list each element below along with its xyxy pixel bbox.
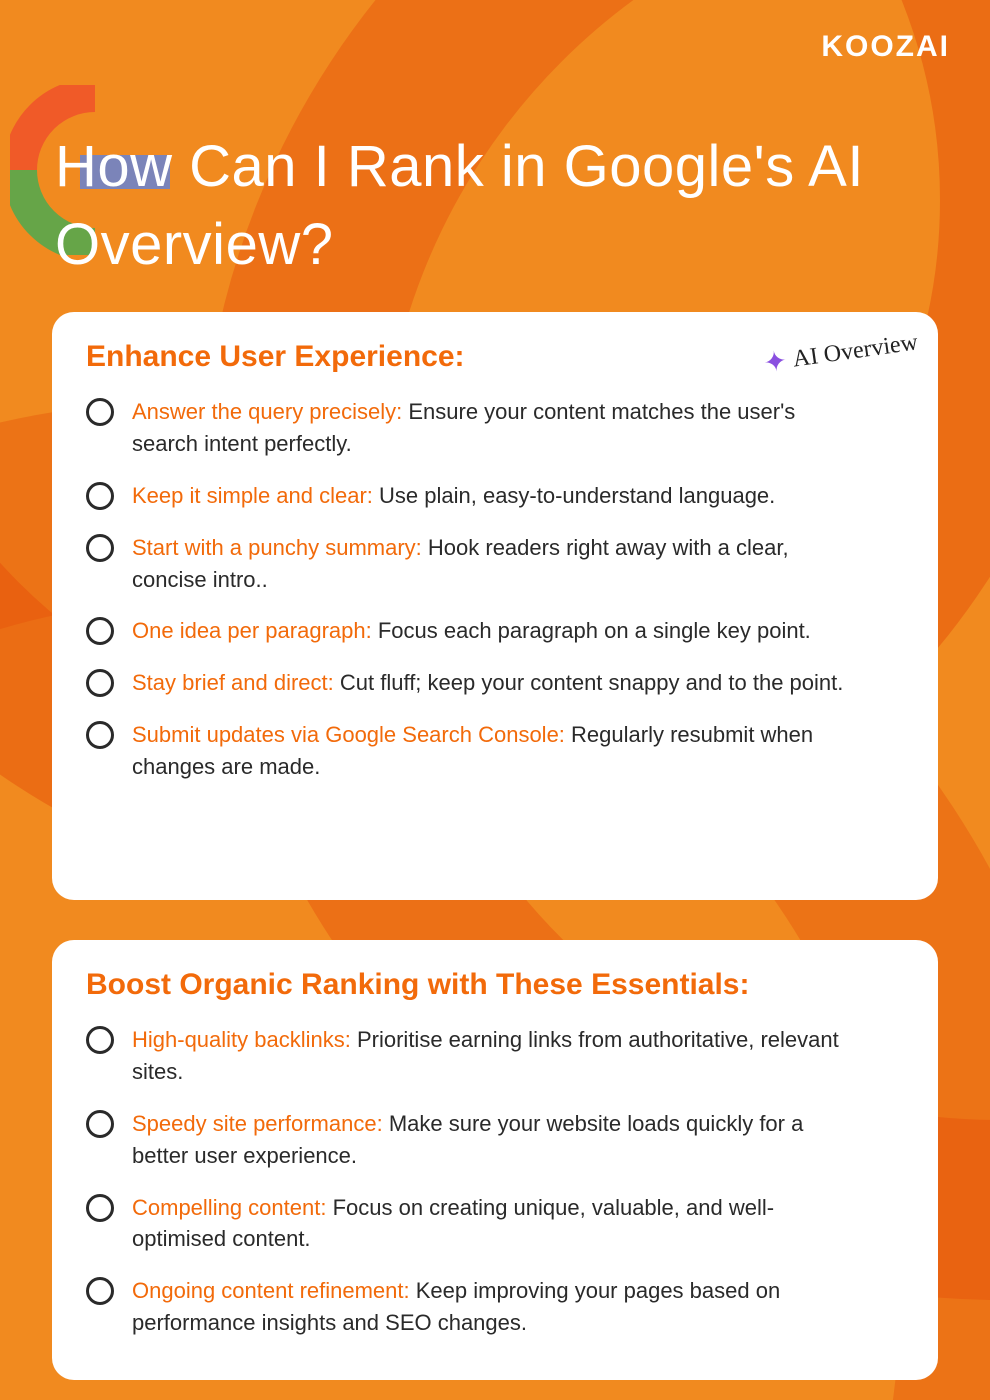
checkbox-circle[interactable]: [86, 1110, 114, 1138]
page-title: How Can I Rank in Google's AI Overview?: [55, 128, 940, 285]
checkbox-circle[interactable]: [86, 398, 114, 426]
list-item: One idea per paragraph: Focus each parag…: [86, 615, 904, 647]
item-text: Speedy site performance: Make sure your …: [132, 1108, 852, 1172]
brand-logo: KOOZAI: [821, 30, 950, 64]
item-text: Submit updates via Google Search Console…: [132, 719, 852, 783]
checkbox-circle[interactable]: [86, 669, 114, 697]
checkbox-circle[interactable]: [86, 1026, 114, 1054]
checkbox-circle[interactable]: [86, 721, 114, 749]
list-item: Ongoing content refinement: Keep improvi…: [86, 1275, 904, 1339]
list-item: Submit updates via Google Search Console…: [86, 719, 904, 783]
item-text: Answer the query precisely: Ensure your …: [132, 396, 852, 460]
list-item: Start with a punchy summary: Hook reader…: [86, 532, 904, 596]
item-text: High-quality backlinks: Prioritise earni…: [132, 1024, 852, 1088]
sparkle-icon: ✦: [761, 344, 789, 381]
checkbox-circle[interactable]: [86, 1194, 114, 1222]
card-boost-ranking: Boost Organic Ranking with These Essenti…: [52, 940, 938, 1380]
checkbox-circle[interactable]: [86, 617, 114, 645]
item-text: Keep it simple and clear: Use plain, eas…: [132, 480, 775, 512]
item-text: Stay brief and direct: Cut fluff; keep y…: [132, 667, 843, 699]
list-item: Speedy site performance: Make sure your …: [86, 1108, 904, 1172]
checkbox-circle[interactable]: [86, 534, 114, 562]
card-enhance-ux: ✦ AI Overview Enhance User Experience: A…: [52, 312, 938, 900]
list-item: High-quality backlinks: Prioritise earni…: [86, 1024, 904, 1088]
item-text: One idea per paragraph: Focus each parag…: [132, 615, 811, 647]
list-item: Stay brief and direct: Cut fluff; keep y…: [86, 667, 904, 699]
list-item: Keep it simple and clear: Use plain, eas…: [86, 480, 904, 512]
checkbox-circle[interactable]: [86, 482, 114, 510]
list-item: Compelling content: Focus on creating un…: [86, 1192, 904, 1256]
checkbox-circle[interactable]: [86, 1277, 114, 1305]
section2-heading: Boost Organic Ranking with These Essenti…: [86, 968, 904, 1002]
item-text: Start with a punchy summary: Hook reader…: [132, 532, 852, 596]
list-item: Answer the query precisely: Ensure your …: [86, 396, 904, 460]
item-text: Ongoing content refinement: Keep improvi…: [132, 1275, 852, 1339]
item-text: Compelling content: Focus on creating un…: [132, 1192, 852, 1256]
